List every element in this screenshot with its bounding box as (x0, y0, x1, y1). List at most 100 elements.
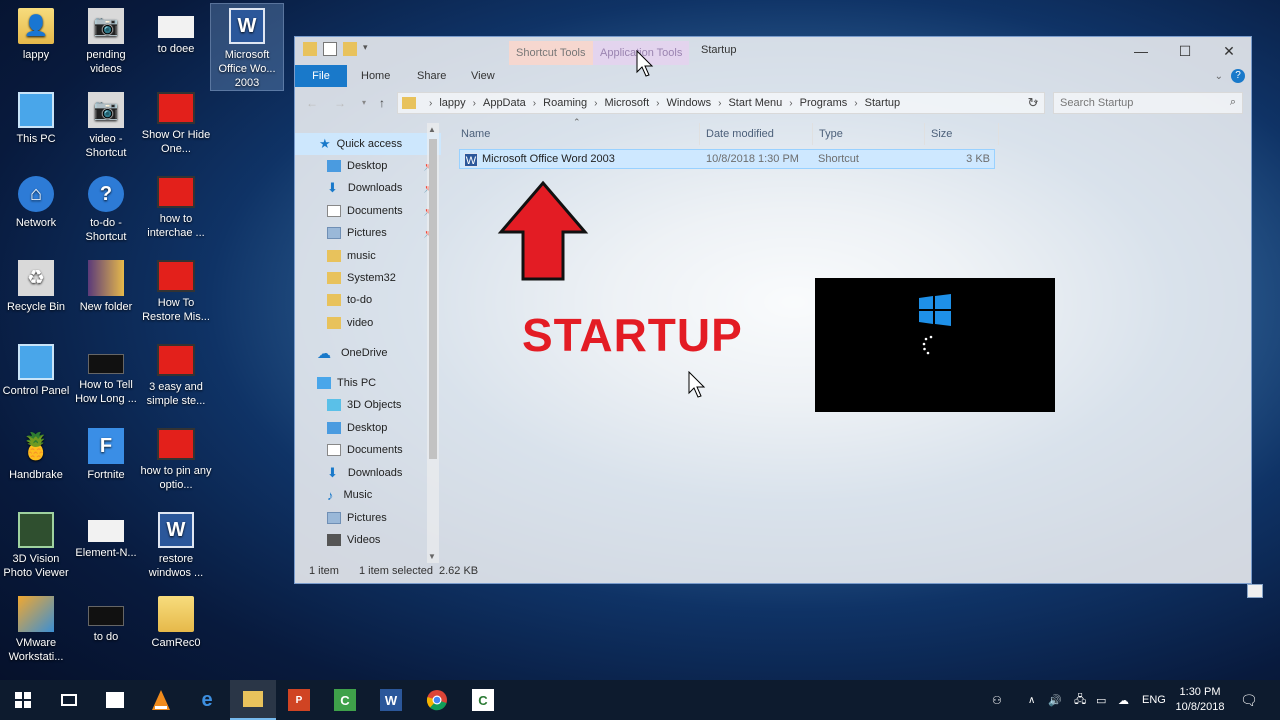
desktop-icon-fortnite[interactable]: F Fortnite (70, 428, 142, 482)
breadcrumb-item[interactable]: Startup (865, 97, 900, 109)
search-input[interactable]: Search Startup ⌕ (1053, 92, 1243, 114)
volume-icon[interactable]: 🔊 (1048, 680, 1062, 720)
task-view-button[interactable] (46, 680, 92, 720)
desktop-icon-how-to-interchae[interactable]: how to interchae ... (140, 176, 212, 240)
desktop-icon-how-to-restore[interactable]: How To Restore Mis... (140, 260, 212, 324)
taskbar-camtasia[interactable]: C (322, 680, 368, 720)
nav-item-documents[interactable]: Documents 📌 (295, 200, 441, 222)
desktop-icon-to-do-shortcut[interactable]: ? to-do - Shortcut (70, 176, 142, 244)
taskbar-edge[interactable]: e (184, 680, 230, 720)
desktop-icon-recycle-bin[interactable]: ♻ Recycle Bin (0, 260, 72, 314)
help-icon[interactable]: ? (1231, 69, 1245, 83)
column-header-size[interactable]: Size (931, 123, 952, 145)
large-icons-view-icon[interactable] (1247, 584, 1263, 598)
nav-item-pc-pictures[interactable]: Pictures (295, 507, 441, 529)
desktop-icon-network[interactable]: ⌂ Network (0, 176, 72, 230)
desktop-icon-to-doee[interactable]: to doee (140, 8, 212, 56)
scroll-up-icon[interactable]: ▲ (428, 125, 436, 134)
nav-item-pc-music[interactable]: ♪ Music (295, 484, 441, 506)
nav-this-pc[interactable]: This PC (295, 372, 441, 394)
desktop-icon-pending-videos[interactable]: 📷 pending videos (70, 8, 142, 76)
maximize-button[interactable]: ☐ (1163, 37, 1207, 65)
taskbar-file-explorer[interactable] (230, 680, 276, 720)
tab-file[interactable]: File (295, 65, 347, 87)
scroll-down-icon[interactable]: ▼ (428, 552, 436, 561)
refresh-icon[interactable]: ↻ (1025, 95, 1041, 111)
nav-item-pc-documents[interactable]: Documents (295, 439, 441, 461)
nav-item-to-do[interactable]: to-do (295, 289, 441, 311)
people-icon[interactable]: ⚇ (992, 680, 1002, 720)
breadcrumb-item[interactable]: Windows (666, 97, 711, 109)
desktop-icon-element-n[interactable]: Element-N... (70, 512, 142, 560)
nav-item-downloads[interactable]: ⬇ Downloads 📌 (295, 177, 441, 199)
nav-item-3d-objects[interactable]: 3D Objects (295, 394, 441, 416)
forward-arrow-icon[interactable]: → (331, 94, 349, 112)
recent-locations-icon[interactable]: ▾ (355, 94, 373, 112)
desktop-icon-to-do[interactable]: to do (70, 596, 142, 644)
action-center-icon[interactable]: 🗨 (1240, 680, 1258, 720)
expand-ribbon-icon[interactable]: ⌄ (1215, 71, 1223, 82)
taskbar-chrome[interactable] (414, 680, 460, 720)
taskbar-powerpoint[interactable]: P (276, 680, 322, 720)
desktop-icon-video-shortcut[interactable]: 📷 video - Shortcut (70, 92, 142, 160)
nav-item-desktop[interactable]: Desktop 📌 (295, 155, 441, 177)
desktop-icon-control-panel[interactable]: Control Panel (0, 344, 72, 398)
close-button[interactable]: ✕ (1207, 37, 1251, 65)
nav-item-system32[interactable]: System32 (295, 267, 441, 289)
clock[interactable]: 1:30 PM 10/8/2018 (1168, 685, 1232, 715)
nav-item-pictures[interactable]: Pictures 📌 (295, 222, 441, 244)
taskbar-word[interactable]: W (368, 680, 414, 720)
onedrive-tray-icon[interactable]: ☁ (1118, 680, 1129, 720)
desktop-icon-how-to-pin[interactable]: how to pin any optio... (140, 428, 212, 492)
nav-item-pc-downloads[interactable]: ⬇ Downloads (295, 462, 441, 484)
taskbar-store[interactable] (92, 680, 138, 720)
nav-onedrive[interactable]: ☁ OneDrive (295, 342, 441, 364)
properties-icon[interactable] (323, 42, 337, 56)
desktop-icon-camrec0[interactable]: CamRec0 (140, 596, 212, 650)
column-header-date[interactable]: Date modified (706, 123, 774, 145)
tab-home[interactable]: Home (349, 65, 402, 87)
nav-item-pc-videos[interactable]: Videos (295, 529, 441, 551)
new-folder-icon[interactable] (343, 42, 357, 56)
start-button[interactable] (0, 680, 46, 720)
breadcrumb-item[interactable]: Programs (800, 97, 848, 109)
desktop-icon-word-2003[interactable]: W Microsoft Office Wo... 2003 (210, 3, 284, 91)
show-hidden-icons[interactable]: ∧ (1028, 680, 1035, 720)
language-indicator[interactable]: ENG (1142, 680, 1166, 720)
breadcrumb-item[interactable]: Roaming (543, 97, 587, 109)
nav-scrollbar[interactable]: ▲ ▼ (427, 123, 439, 563)
nav-quick-access[interactable]: ★ Quick access (295, 133, 441, 155)
desktop-icon-how-to-tell[interactable]: How to Tell How Long ... (70, 344, 142, 406)
up-arrow-icon[interactable]: ↑ (373, 94, 391, 112)
breadcrumb-item[interactable]: Microsoft (605, 97, 650, 109)
desktop-icon-handbrake[interactable]: 🍍 Handbrake (0, 428, 72, 482)
desktop-icon-show-or-hide[interactable]: Show Or Hide One... (140, 92, 212, 156)
minimize-button[interactable]: — (1119, 37, 1163, 65)
tab-shortcut-tools[interactable]: Shortcut Tools (509, 41, 593, 65)
desktop-icon-vmware[interactable]: VMware Workstati... (0, 596, 72, 664)
taskbar-camtasia-recorder[interactable]: C (460, 680, 506, 720)
nav-item-pc-desktop[interactable]: Desktop (295, 417, 441, 439)
column-header-type[interactable]: Type (819, 123, 843, 145)
breadcrumb-item[interactable]: lappy (439, 97, 465, 109)
column-header-name[interactable]: Name (461, 123, 490, 145)
tab-view[interactable]: View (459, 65, 507, 87)
desktop-icon-new-folder[interactable]: New folder (70, 260, 142, 314)
nav-item-music[interactable]: music (295, 245, 441, 267)
desktop-icon-lappy[interactable]: 👤 lappy (0, 8, 72, 62)
breadcrumb-item[interactable]: AppData (483, 97, 526, 109)
breadcrumb-item[interactable]: Start Menu (728, 97, 782, 109)
desktop-icon-3d-vision[interactable]: 3D Vision Photo Viewer (0, 512, 72, 580)
nav-item-video[interactable]: video (295, 312, 441, 334)
desktop-icon-this-pc[interactable]: This PC (0, 92, 72, 146)
title-bar[interactable]: ▾ Shortcut Tools Application Tools Start… (295, 37, 1251, 65)
address-bar[interactable]: › lappy › AppData › Roaming › Microsoft … (397, 92, 1045, 114)
taskbar-vlc[interactable] (138, 680, 184, 720)
customize-toolbar-icon[interactable]: ▾ (363, 42, 377, 56)
scroll-thumb[interactable] (429, 139, 437, 459)
tab-share[interactable]: Share (405, 65, 458, 87)
battery-icon[interactable]: ▭ (1096, 680, 1106, 720)
desktop-icon-3-easy[interactable]: 3 easy and simple ste... (140, 344, 212, 408)
back-arrow-icon[interactable]: ← (303, 94, 321, 112)
file-row[interactable]: W Microsoft Office Word 2003 10/8/2018 1… (459, 149, 995, 169)
